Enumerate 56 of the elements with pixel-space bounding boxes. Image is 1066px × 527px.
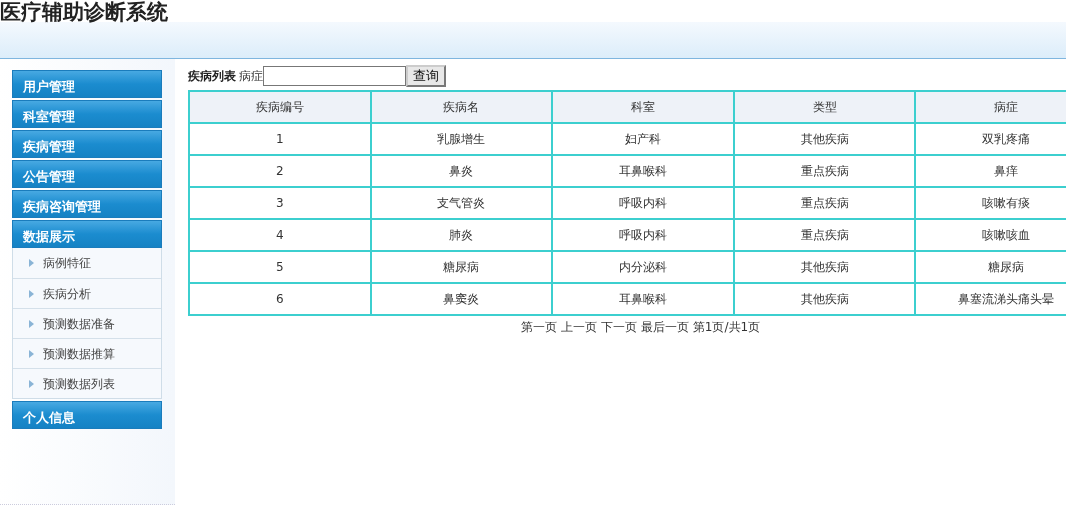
sidebar-item[interactable]: 预测数据准备 — [13, 308, 161, 338]
column-header: 科室 — [552, 91, 734, 123]
app-title: 医疗辅助诊断系统 — [0, 0, 169, 22]
pagination-link[interactable]: 上一页 — [560, 318, 597, 336]
table-cell: 鼻窦炎 — [370, 283, 553, 315]
column-header: 疾病名 — [370, 91, 553, 123]
table-cell: 鼻炎 — [370, 155, 553, 187]
sidebar-menu-header[interactable]: 个人信息 — [12, 401, 162, 429]
sidebar-item[interactable]: 预测数据列表 — [13, 368, 161, 398]
column-header: 病症 — [915, 91, 1066, 123]
table-cell: 耳鼻喉科 — [552, 155, 734, 187]
sidebar-menu-header[interactable]: 疾病管理 — [12, 130, 162, 158]
column-header: 类型 — [733, 91, 916, 123]
triangle-icon — [29, 379, 34, 388]
table-cell: 肺炎 — [370, 219, 553, 251]
pagination-link[interactable]: 第一页 — [520, 318, 557, 336]
table-cell: 支气管炎 — [370, 187, 553, 219]
sidebar-menu-header[interactable]: 数据展示 — [12, 220, 162, 248]
table-cell: 糖尿病 — [370, 251, 553, 283]
pagination-link[interactable]: 最后一页 — [640, 318, 689, 336]
query-button[interactable]: 查询 — [406, 65, 446, 87]
table-cell: 其他疾病 — [733, 283, 916, 315]
sidebar-menu-header[interactable]: 科室管理 — [12, 100, 162, 128]
table-cell: 妇产科 — [552, 123, 734, 155]
table-cell: 呼吸内科 — [552, 219, 734, 251]
table-cell: 其他疾病 — [733, 123, 916, 155]
sidebar-menu-header[interactable]: 用户管理 — [12, 70, 162, 98]
sidebar-item[interactable]: 病例特征 — [13, 248, 161, 278]
table-cell: 1 — [189, 123, 371, 155]
symptom-label: 病症 — [239, 68, 263, 85]
table-cell: 其他疾病 — [733, 251, 916, 283]
triangle-icon — [29, 259, 34, 267]
sidebar-item[interactable]: 疾病分析 — [13, 278, 161, 308]
table-cell: 重点疾病 — [733, 219, 916, 251]
pagination-link[interactable]: 下一页 — [600, 318, 637, 336]
table-cell: 3 — [189, 187, 371, 219]
triangle-icon — [29, 319, 34, 328]
table-cell: 内分泌科 — [552, 251, 734, 283]
triangle-icon — [29, 289, 34, 298]
table-cell: 4 — [189, 219, 371, 251]
table-cell: 呼吸内科 — [552, 187, 734, 219]
triangle-icon — [29, 349, 34, 358]
table-cell: 乳腺增生 — [370, 123, 553, 155]
sidebar-menu-header[interactable]: 疾病咨询管理 — [12, 190, 162, 218]
table-cell: 2 — [189, 155, 371, 187]
sidebar-item[interactable]: 预测数据推算 — [13, 338, 161, 368]
symptom-input-field[interactable] — [263, 66, 406, 86]
table-cell: 6 — [189, 283, 371, 315]
table-cell: 耳鼻喉科 — [552, 283, 734, 315]
sidebar-menu-header[interactable]: 公告管理 — [12, 160, 162, 188]
list-title: 疾病列表 — [188, 68, 236, 85]
table-cell: 重点疾病 — [733, 155, 916, 187]
column-header: 疾病编号 — [189, 91, 371, 123]
table-cell: 重点疾病 — [733, 187, 916, 219]
page-indicator: 第1页/共1页 — [692, 319, 761, 336]
table-cell: 5 — [189, 251, 371, 283]
